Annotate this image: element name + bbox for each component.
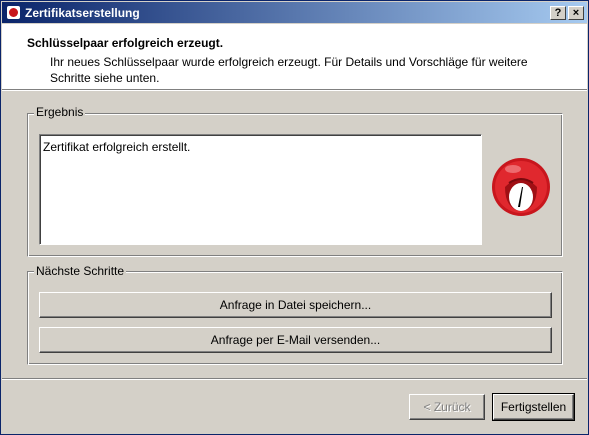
close-button[interactable]: × bbox=[568, 6, 584, 20]
result-text: Zertifikat erfolgreich erstellt. bbox=[43, 140, 191, 154]
finish-button[interactable]: Fertigstellen bbox=[492, 393, 575, 421]
wizard-header: Schlüsselpaar erfolgreich erzeugt. Ihr n… bbox=[2, 24, 587, 89]
next-steps-label: Nächste Schritte bbox=[34, 264, 127, 278]
email-request-button[interactable]: Anfrage per E-Mail versenden... bbox=[39, 327, 552, 353]
window-title: Zertifikatserstellung bbox=[25, 6, 140, 20]
gnupg-logo-icon bbox=[492, 158, 550, 216]
dialog-window: Zertifikatserstellung ? × Schlüsselpaar … bbox=[0, 0, 589, 435]
result-textarea[interactable]: Zertifikat erfolgreich erstellt. bbox=[39, 134, 482, 245]
help-button[interactable]: ? bbox=[550, 6, 566, 20]
header-divider bbox=[2, 89, 587, 91]
header-description: Ihr neues Schlüsselpaar wurde erfolgreic… bbox=[50, 55, 528, 85]
result-group-label: Ergebnis bbox=[34, 105, 86, 119]
footer-divider bbox=[2, 378, 587, 380]
header-title: Schlüsselpaar erfolgreich erzeugt. bbox=[27, 36, 224, 50]
back-button[interactable]: < Zurück bbox=[409, 394, 485, 420]
title-bar[interactable]: Zertifikatserstellung ? × bbox=[2, 2, 587, 23]
save-request-button[interactable]: Anfrage in Datei speichern... bbox=[39, 292, 552, 318]
app-icon bbox=[7, 6, 20, 19]
